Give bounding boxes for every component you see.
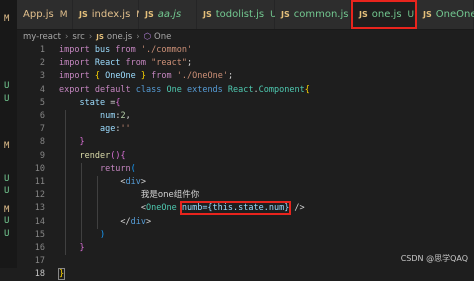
line-number: 5 — [39, 97, 45, 108]
line-number: 12 — [34, 190, 45, 201]
code-editor[interactable]: 1 import bus from './common' 2 import React… — [17, 44, 474, 281]
line-number: 7 — [39, 124, 45, 135]
tab-status-badge: U — [407, 9, 415, 20]
line-number: 4 — [39, 84, 45, 95]
code-text: import React from "react"; — [59, 58, 198, 69]
git-status-letter: U — [4, 94, 10, 104]
line-number: 6 — [39, 111, 45, 121]
line-number: 13 — [34, 203, 45, 214]
code-line[interactable]: 14 </div> — [17, 216, 474, 229]
git-status-letter: U — [4, 174, 10, 184]
git-status-letter: U — [4, 81, 10, 91]
breadcrumb-item[interactable]: src — [72, 32, 84, 42]
tab-label: one.js — [371, 9, 402, 20]
js-file-icon: JS — [281, 10, 290, 19]
code-text: } — [79, 243, 85, 253]
breadcrumb-item[interactable]: One — [154, 32, 171, 42]
line-number: 18 — [34, 269, 45, 280]
git-status-letter: M — [4, 141, 10, 151]
line-number: 9 — [39, 150, 45, 161]
js-file-icon: JS — [423, 10, 432, 19]
js-file-icon: JS — [79, 10, 88, 19]
code-line[interactable]: 13 <OneOne numb={this.state.num} /> — [17, 201, 474, 216]
indent-guide — [65, 110, 66, 256]
tab-label: common.js — [293, 9, 349, 20]
indent-guide — [97, 176, 98, 229]
tab-label: App.js — [23, 9, 54, 20]
js-file-icon: JS — [145, 10, 154, 19]
git-status-letter: M — [4, 205, 10, 215]
tab-label: todolist.js — [215, 9, 265, 20]
code-line[interactable]: 8 } — [17, 136, 474, 149]
code-line[interactable]: 12 我是one组件你 — [17, 189, 474, 202]
line-number: 14 — [34, 216, 45, 227]
tab-label: aa.js — [157, 9, 182, 20]
watermark: CSDN @思学QAQ — [400, 254, 468, 263]
tab-aa-js[interactable]: JS aa.js — [139, 0, 197, 29]
line-number: 8 — [39, 137, 45, 148]
tab-status-badge: M — [59, 9, 68, 20]
code-line[interactable]: 11 <div> — [17, 176, 474, 189]
code-text: return( — [99, 163, 136, 174]
code-line[interactable]: 1 import bus from './common' — [17, 44, 474, 57]
code-text: state ={ — [79, 97, 121, 108]
code-text: </div> — [120, 216, 152, 227]
line-number: 2 — [39, 58, 45, 69]
breadcrumb-item[interactable]: my-react — [23, 32, 61, 42]
line-number: 17 — [34, 256, 45, 267]
line-number: 11 — [34, 177, 45, 187]
code-line[interactable]: 6 num:2, — [17, 110, 474, 123]
git-status-letter: U — [4, 216, 10, 226]
indent-guide — [81, 162, 82, 242]
tab-label: index.js — [91, 9, 131, 20]
code-text: <div> — [120, 177, 147, 187]
code-text: <OneOne numb={this.state.num} /> — [140, 201, 305, 216]
js-file-icon: JS — [359, 10, 368, 19]
code-line[interactable]: 10 return( — [17, 163, 474, 176]
code-line[interactable]: 5 state ={ — [17, 97, 474, 110]
code-text: import { OneOne } from './OneOne'; — [59, 71, 234, 82]
activity-status-strip: MUUMUUMUU — [0, 0, 17, 268]
chevron-right-icon: › — [64, 32, 69, 42]
tab-common-js[interactable]: JScommon.jsU — [275, 0, 361, 29]
tab-one-js[interactable]: JSone.jsU✕ — [351, 0, 429, 29]
code-text: export default class One extends React.C… — [59, 84, 310, 95]
code-text: } — [79, 137, 85, 148]
class-symbol-icon: ⬡ — [143, 32, 152, 42]
tab-app-js[interactable]: App.js M — [17, 0, 73, 29]
line-number: 16 — [34, 243, 45, 253]
chevron-right-icon: › — [136, 32, 140, 42]
tab-label: OneOne — [435, 9, 474, 20]
editor-tab-bar: App.jsMJSindex.jsMJSaa.jsJStodolist.jsUJ… — [17, 0, 474, 30]
code-line[interactable]: 15 ) — [17, 229, 474, 242]
tab-index-js[interactable]: JSindex.jsM — [73, 0, 144, 29]
breadcrumb: my-react › src › JS one.js › ⬡ One — [23, 30, 171, 44]
code-line[interactable]: 2 import React from "react"; — [17, 57, 474, 70]
git-status-letter: U — [4, 229, 10, 239]
code-text: } — [57, 268, 66, 281]
chevron-right-icon: › — [88, 32, 93, 42]
line-number: 3 — [39, 71, 45, 82]
code-line[interactable]: 18} — [17, 268, 474, 281]
line-number: 10 — [34, 163, 45, 174]
git-status-letter: M — [4, 14, 10, 24]
code-line[interactable]: 3 import { OneOne } from './OneOne'; — [17, 70, 474, 83]
tab-oneone[interactable]: JS OneOne — [417, 0, 474, 29]
js-file-icon: JS — [203, 10, 212, 19]
js-file-icon: JS — [96, 33, 104, 41]
line-number: 15 — [34, 229, 45, 240]
tab-todolist-js[interactable]: JS todolist.js U — [197, 0, 277, 29]
code-text: import bus from './common' — [59, 45, 193, 55]
code-line[interactable]: 4 export default class One extends React.… — [17, 84, 474, 97]
line-number: 1 — [39, 45, 45, 55]
git-status-letter: U — [4, 186, 10, 196]
code-line[interactable]: 7 age:'' — [17, 123, 474, 136]
code-text: age:'' — [99, 124, 131, 135]
code-text: num:2, — [99, 111, 131, 121]
code-text: render(){ — [79, 150, 126, 161]
breadcrumb-item[interactable]: one.js — [107, 32, 132, 42]
code-line[interactable]: 9 render(){ — [17, 150, 474, 163]
